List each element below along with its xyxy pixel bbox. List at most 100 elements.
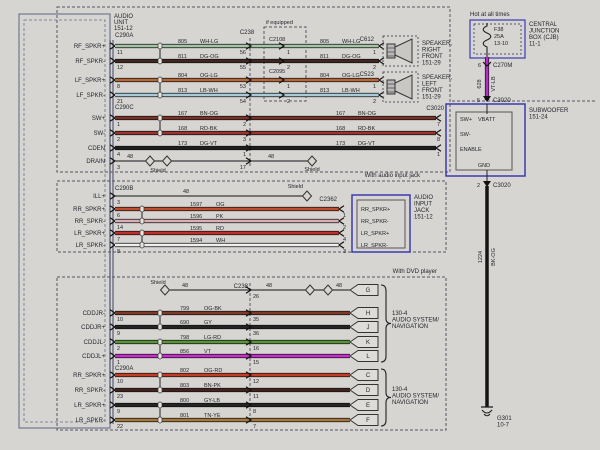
terminal-letter: E [366,403,370,409]
pin-number: 8 [117,84,120,90]
dest-pin: 2 [373,99,376,105]
circuit-number: 804 [178,73,187,79]
audio-jack-label: 151-12 [414,215,433,221]
terminal-E [349,399,379,411]
c238-pin: 55 [240,65,246,71]
signal-label: RR_SPKR+ [73,207,105,213]
arrow-left-icon [337,229,345,237]
shield-label: Shield [150,280,165,286]
terminal-letter: J [367,325,370,331]
arrow-left-icon [337,205,345,213]
arrow-left-icon [434,144,442,152]
hot-at-all-times-label: Hot at all times [470,12,510,18]
pin-number: 9 [117,331,120,337]
dest-pin: 1 [373,50,376,56]
pin-number: 8 [117,249,120,255]
circuit-number: 801 [180,413,189,419]
color-code: LB-WH [200,88,218,94]
c238-pin: 53 [240,84,246,90]
connector-label-c523: C523 [360,72,375,78]
c238-pin: 15 [253,360,259,366]
ground-label: 10-7 [497,423,510,429]
shield-label: Shield [150,168,165,174]
connector-label-c2362: C2362 [319,197,337,203]
color-code: OG-RD [204,368,222,374]
speaker-label: FRONT [422,88,443,94]
circuit-number: 690 [180,320,189,326]
connector-label-c2108: C2108 [269,37,285,43]
speaker-cone-icon [394,74,413,100]
circuit-number: 48 [266,283,272,289]
twist-cap [157,76,163,84]
signal-label: RR_SPKR+ [73,373,105,379]
terminal-K [349,336,379,348]
color-code: LG-RD [204,335,221,341]
nav-label: 130-4 [392,387,408,393]
pin-number: 22 [117,424,123,430]
fuse-label: 25A [494,34,504,40]
subwoofer-pin: GND [478,163,490,169]
twist-cap [139,217,145,225]
color-code: WH-LG [200,39,218,45]
color-code: DG-OG [200,54,219,60]
terminal-letter: F [366,418,370,424]
audio-unit-label: 151-12 [114,26,133,32]
connector-label-c290a: C290A [115,366,133,372]
pin-number: 6 [117,213,120,219]
fuse-label: F38 [494,27,503,33]
signal-label: LR_SPKR- [76,243,105,249]
ground-icon [483,413,491,417]
dest-pin: 2 [373,65,376,71]
color-code: OG-BK [204,306,222,312]
signal-label: LF_SPKR- [76,93,105,99]
speaker-cone-icon [394,38,413,64]
terminal-L [349,350,379,362]
terminal-letter: H [366,311,370,317]
color-code: GY-LB [204,398,220,404]
color-code: WH-LG [342,39,360,45]
color-code: DG-VT [358,141,376,147]
signal-label: ILL+ [93,194,105,200]
cjb-label: CENTRAL [529,22,558,28]
connector-label-c3020: C3020 [426,106,444,112]
pin-number: 2 [477,183,480,189]
circuit-number: 48 [182,283,188,289]
dest-pin: 3 [343,249,346,255]
circuit-number: 803 [180,383,189,389]
pin-number: 4 [117,152,120,158]
c238-pin: 7 [253,424,256,430]
twist-cap [157,323,163,331]
signal-label: RF_SPKR- [75,59,105,65]
pin-number: 12 [117,65,123,71]
twist-cap [157,114,163,122]
circuit-number: 48 [127,154,133,160]
twist-cap [139,205,145,213]
pin-number: 3 [117,200,120,206]
pin-number: 2 [117,137,120,143]
c238-pin: 17 [240,165,246,171]
twist-cap [157,352,163,360]
arrow-left-icon [337,217,345,225]
nav-label: AUDIO SYSTEM/ [392,394,439,400]
signal-label: CDEN [88,146,105,152]
signal-label: LR_SPKR- [76,418,105,424]
subwoofer-pin: SW+ [460,117,472,123]
speaker-label: 151-29 [422,61,441,67]
twist-cap [157,91,163,99]
color-code: BN-OG [200,111,218,117]
connector-label-c3020: C3020 [493,98,511,104]
audio-jack-label: AUDIO [414,195,433,201]
arrow-left-icon [337,241,345,249]
speaker-label: SPEAKER, [422,75,452,81]
c238-pin: 36 [253,331,259,337]
signal-label: CDDJL+ [82,354,105,360]
color-code: OG-LG [342,73,360,79]
dest-pin: 8 [437,137,440,143]
c238-pin: 12 [253,379,259,385]
signal-label: LF_SPKR+ [75,78,106,84]
subwoofer-pin: VBATT [478,117,496,123]
shield-label: Shield [288,184,303,190]
brace [380,284,392,363]
connector-label-c290b: C290B [115,186,133,192]
circuit-number: 628 [477,79,483,88]
